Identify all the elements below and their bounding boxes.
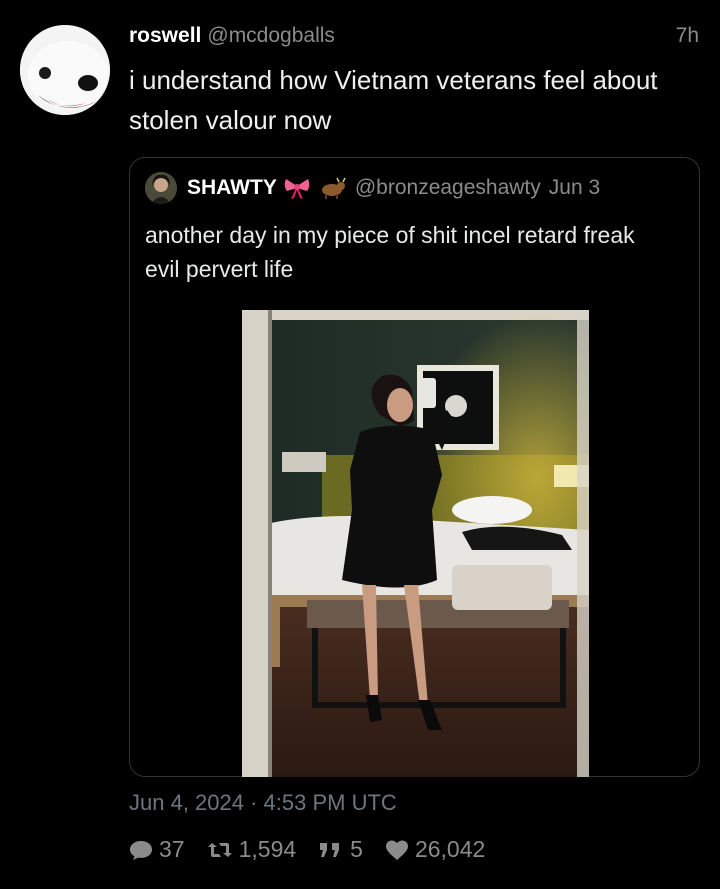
person-avatar-icon xyxy=(145,172,177,204)
quoted-tweet[interactable]: SHAWTY @bronzeageshawty Jun 3 another da… xyxy=(129,157,700,777)
quoted-author-name[interactable]: SHAWTY xyxy=(187,176,277,200)
quoted-author-avatar[interactable] xyxy=(145,172,177,204)
retweets-count: 1,594 xyxy=(238,836,297,862)
quoted-tweet-header: SHAWTY @bronzeageshawty Jun 3 xyxy=(145,172,690,204)
mirror-selfie-photo xyxy=(242,310,589,777)
retweets-stat[interactable]: 1,594 xyxy=(207,836,297,863)
author-avatar[interactable] xyxy=(20,25,110,115)
author-name[interactable]: roswell xyxy=(129,24,201,47)
heart-icon xyxy=(385,840,408,860)
tweet-time-ago: 7h xyxy=(675,24,699,47)
quotes-count: 5 xyxy=(350,836,363,862)
quoted-tweet-text: another day in my piece of shit incel re… xyxy=(145,222,635,282)
replies-count: 37 xyxy=(159,836,185,862)
reply-icon xyxy=(130,840,152,860)
quote-icon xyxy=(320,842,340,857)
author-handle[interactable]: @mcdogballs xyxy=(207,24,335,47)
quoted-tweet-date: Jun 3 xyxy=(548,176,601,199)
likes-count: 26,042 xyxy=(414,836,486,862)
quoted-tweet-photo[interactable] xyxy=(242,310,589,777)
dog-avatar-icon xyxy=(20,25,110,115)
quoted-author-handle[interactable]: @bronzeageshawty xyxy=(355,176,541,200)
ox-icon xyxy=(317,176,347,200)
tweet-stats: 37 1,594 5 26,042 xyxy=(129,836,507,863)
retweet-icon xyxy=(207,842,232,857)
replies-stat[interactable]: 37 xyxy=(129,836,185,863)
tweet-text: i understand how Vietnam veterans feel a… xyxy=(129,65,658,135)
ribbon-icon xyxy=(283,176,311,200)
tweet-timestamp[interactable]: Jun 4, 2024 · 4:53 PM UTC xyxy=(129,790,397,816)
likes-stat[interactable]: 26,042 xyxy=(385,836,485,863)
quotes-stat[interactable]: 5 xyxy=(318,836,363,863)
tweet-header: roswell @mcdogballs 7h xyxy=(129,24,699,52)
